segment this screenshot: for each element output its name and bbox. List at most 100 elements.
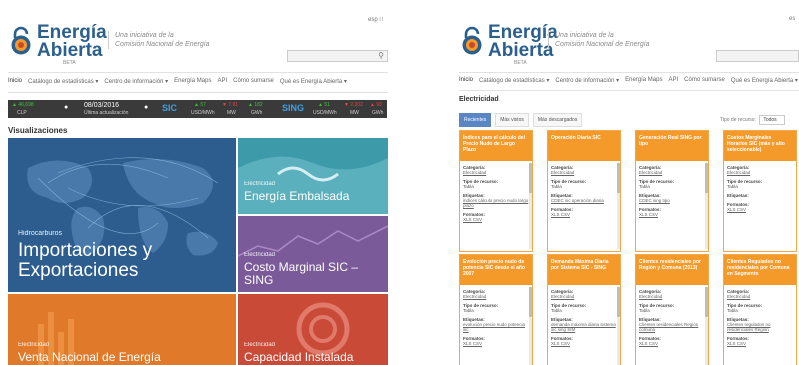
nav-item-centro[interactable]: Centro de información ▾ (104, 78, 168, 85)
search-input[interactable] (716, 50, 799, 62)
language-link[interactable]: es (789, 16, 795, 22)
search-input[interactable]: ⚲ (287, 50, 388, 62)
ticker-clp-unit: CLP (17, 110, 27, 116)
resource-type-filter: Tipo de recurso: Todos (720, 115, 786, 125)
card-type: Tabla (463, 308, 474, 313)
card-type: Tabla (727, 308, 738, 313)
card-formats[interactable]: XLS CSV (551, 212, 617, 217)
card-tags[interactable]: demanda máxima diaria sistema sic sing S… (551, 322, 617, 332)
nav-item-api[interactable]: API (217, 78, 227, 85)
card-category[interactable]: Electricidad (727, 170, 793, 175)
tile-capacidad-instalada[interactable]: Electricidad Capacidad Instalada (238, 294, 388, 365)
resource-card[interactable]: Índices para el cálculo del Precio Nudo … (459, 130, 533, 252)
card-tags[interactable]: Clientes regulados no residenciales Regi… (727, 322, 793, 332)
site-logo[interactable]: Energía Abierta BETA (459, 23, 558, 67)
nav-item-que-es[interactable]: Qué es Energía Abierta ▾ (280, 78, 347, 85)
nav-item-maps[interactable]: Energía Maps (174, 78, 211, 85)
tile-importaciones[interactable]: Hidrocarburos Importaciones y Exportacio… (8, 138, 236, 292)
card-scrollbar[interactable] (617, 163, 620, 249)
card-tags-label: Etiquetas: (727, 193, 749, 198)
ticker-sic-v1: ▲ 57 (194, 102, 206, 108)
rss-icon[interactable]: ∷ (379, 17, 383, 23)
resource-card[interactable]: Operación Diaria SIC Categoría: Electric… (547, 130, 621, 252)
nav-item-catalogo[interactable]: Catálogo de estadísticas ▾ (28, 78, 98, 85)
language-link[interactable]: esp ∷ (368, 16, 383, 23)
ticker-sing-label: SING (282, 103, 305, 113)
nav-item-sumarse[interactable]: Cómo sumarse (233, 78, 274, 85)
tile-category: Electricidad (244, 342, 276, 348)
card-title[interactable]: Clientes residenciales por Región y Comu… (636, 255, 708, 285)
language-label: esp (368, 17, 378, 23)
nav-item-que-es[interactable]: Qué es Energía Abierta ▾ (731, 77, 798, 84)
card-formats[interactable]: XLS CSV (463, 341, 529, 346)
tile-title-line1: Importaciones y (18, 240, 153, 261)
card-category[interactable]: Electricidad (639, 170, 705, 175)
resource-card[interactable]: Evolución precio nudo de potencia SIC de… (459, 254, 533, 365)
card-category[interactable]: Electricidad (639, 294, 705, 299)
nav-item-maps[interactable]: Energía Maps (625, 77, 662, 84)
resource-card[interactable]: Demanda Máxima Diaria por Sistema SIC - … (547, 254, 621, 365)
nav-item-api[interactable]: API (668, 77, 678, 84)
card-tags[interactable]: CDEC sing tipo (639, 198, 705, 203)
card-tags[interactable]: indices cálculo precio nudo largo plazo (463, 198, 529, 208)
tile-costo-marginal[interactable]: Electricidad Costo Marginal SIC – SING (238, 216, 388, 292)
card-formats[interactable]: XLS CSV (639, 212, 705, 217)
card-title[interactable]: Operación Diaria SIC (548, 131, 620, 161)
card-title[interactable]: Costos Marginales Horarios SIC (más y al… (724, 131, 796, 161)
nav-item-inicio[interactable]: Inicio (8, 78, 22, 85)
tab-mas-descargados[interactable]: Más descargados (532, 113, 583, 127)
card-formats[interactable]: XLS CSV (639, 341, 705, 346)
card-category[interactable]: Electricidad (551, 170, 617, 175)
tile-title-line2: Exportaciones (18, 259, 139, 281)
tile-title: Energía Embalsada (244, 189, 350, 203)
ticker-sing-u3: GWh (372, 110, 384, 116)
card-formats[interactable]: XLS CSV (727, 341, 793, 346)
tile-energia-embalsada[interactable]: Electricidad Energía Embalsada (238, 138, 388, 214)
resource-card[interactable]: Clientes Regulados no residenciales por … (723, 254, 797, 365)
section-title: Electricidad (459, 96, 499, 103)
nav-item-sumarse[interactable]: Cómo sumarse (684, 77, 725, 84)
indicator-ticker: ▲ 46,698 CLP ● 08/03/2016 Última actuali… (8, 100, 387, 118)
resource-card[interactable]: Clientes residenciales por Región y Comu… (635, 254, 709, 365)
nav-item-catalogo[interactable]: Catálogo de estadísticas ▾ (479, 77, 549, 84)
card-category[interactable]: Electricidad (727, 294, 793, 299)
card-scrollbar[interactable] (705, 163, 708, 249)
card-scrollbar[interactable] (529, 163, 532, 249)
resource-card[interactable]: Costos Marginales Horarios SIC (más y al… (723, 130, 797, 252)
card-formats[interactable]: XLS CSV (463, 217, 529, 222)
card-title[interactable]: Demanda Máxima Diaria por Sistema SIC - … (548, 255, 620, 285)
tile-category: Electricidad (244, 181, 276, 187)
tab-mas-vistos[interactable]: Más vistos (495, 113, 529, 127)
tagline-line1: Una iniciativa de la (115, 32, 174, 39)
tile-title: Venta Nacional de Energía (18, 350, 161, 364)
nav-item-inicio[interactable]: Inicio (459, 77, 473, 84)
card-category[interactable]: Electricidad (463, 170, 529, 175)
card-tags[interactable]: evolución precio nudo potencia sic (463, 322, 529, 332)
search-icon[interactable]: ⚲ (378, 51, 384, 60)
card-category[interactable]: Electricidad (551, 294, 617, 299)
ticker-sic-v3: ▲ 182 (248, 102, 263, 108)
tile-title: Importaciones y Exportaciones (18, 241, 152, 281)
tab-recientes[interactable]: Recientes (459, 113, 492, 127)
card-tags[interactable]: CDEC sic operación diaria (551, 198, 617, 203)
card-tags[interactable]: Clientes residenciales Región comuna (639, 322, 705, 332)
beta-badge: BETA (514, 60, 527, 67)
resource-card[interactable]: Generación Real SING por tipo Categoría:… (635, 130, 709, 252)
resource-type-select[interactable]: Todos (759, 115, 786, 125)
card-scrollbar[interactable] (705, 287, 708, 365)
card-title[interactable]: Índices para el cálculo del Precio Nudo … (460, 131, 532, 161)
card-title[interactable]: Generación Real SING por tipo (636, 131, 708, 161)
beta-badge: BETA (63, 60, 76, 67)
card-category[interactable]: Electricidad (463, 294, 529, 299)
card-title[interactable]: Clientes Regulados no residenciales por … (724, 255, 796, 285)
tile-title: Capacidad Instalada (244, 350, 354, 364)
card-formats[interactable]: XLS CSV (551, 341, 617, 346)
card-type: Tabla (639, 184, 650, 189)
site-logo[interactable]: Energía Abierta BETA (8, 23, 107, 67)
card-formats[interactable]: XLS CSV (727, 207, 793, 212)
nav-item-centro[interactable]: Centro de información ▾ (555, 77, 619, 84)
card-scrollbar[interactable] (529, 287, 532, 365)
card-title[interactable]: Evolución precio nudo de potencia SIC de… (460, 255, 532, 285)
card-scrollbar[interactable] (617, 287, 620, 365)
tile-venta-nacional[interactable]: Electricidad Venta Nacional de Energía (8, 294, 236, 365)
